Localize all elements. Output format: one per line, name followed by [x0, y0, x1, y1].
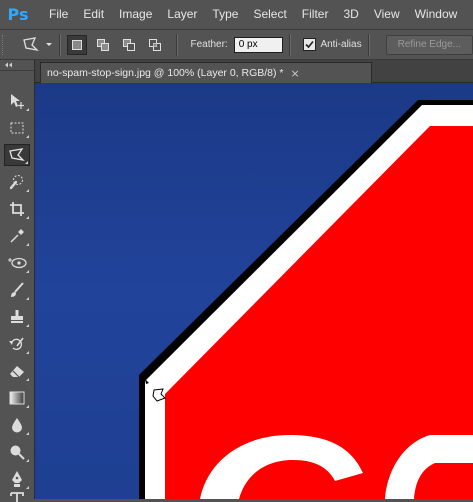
tools-panel	[0, 60, 35, 502]
menu-image[interactable]: Image	[112, 0, 160, 29]
divider	[289, 33, 292, 56]
history-brush-icon	[9, 337, 24, 350]
polygonal-lasso-icon	[9, 148, 25, 162]
gradient-icon	[9, 391, 25, 405]
menu-edit[interactable]: Edit	[76, 0, 112, 29]
intersect-selection-icon	[148, 38, 161, 51]
clone-stamp-icon	[11, 310, 23, 323]
checkmark-icon	[305, 40, 315, 49]
close-icon[interactable]: ×	[291, 67, 300, 80]
dodge-icon	[10, 445, 25, 460]
tool-flyout-indicator	[26, 459, 29, 462]
refine-edge-button[interactable]: Refine Edge...	[385, 34, 473, 55]
tool-preset-picker[interactable]	[21, 34, 53, 56]
healing-brush-tool-button[interactable]	[4, 252, 30, 274]
move-tool-button[interactable]	[4, 90, 30, 112]
brush-tool-button[interactable]	[4, 279, 30, 301]
crop-icon	[10, 202, 24, 216]
tool-flyout-indicator	[26, 405, 29, 408]
tool-flyout-indicator	[26, 486, 29, 489]
move-icon	[11, 94, 24, 109]
tool-flyout-indicator	[26, 189, 29, 192]
rectangular-marquee-icon	[10, 122, 24, 134]
options-bar: Feather: 0 px Anti-alias Refine Edge...	[0, 29, 473, 60]
marquee-tool-button[interactable]	[4, 117, 30, 139]
subtract-from-selection-icon	[122, 38, 135, 51]
menu-type[interactable]: Type	[205, 0, 246, 29]
add-to-selection-icon	[96, 38, 109, 51]
subtract-from-selection-button[interactable]	[119, 35, 139, 55]
document-canvas[interactable]	[35, 83, 473, 499]
blur-tool-button[interactable]	[4, 414, 30, 436]
tool-flyout-indicator	[26, 270, 29, 273]
menu-layer[interactable]: Layer	[160, 0, 205, 29]
eraser-tool-button[interactable]	[4, 360, 30, 382]
brush-icon	[11, 282, 24, 297]
tool-flyout-indicator	[26, 378, 29, 381]
document-tab[interactable]: no-spam-stop-sign.jpg @ 100% (Layer 0, R…	[40, 62, 372, 83]
polygonal-lasso-icon	[23, 36, 39, 51]
tool-flyout-indicator	[26, 243, 29, 246]
pen-tool-button[interactable]	[4, 468, 30, 490]
new-selection-icon	[71, 39, 82, 50]
tool-flyout-indicator	[26, 324, 29, 327]
gradient-tool-button[interactable]	[4, 387, 30, 409]
tool-flyout-indicator	[26, 135, 29, 138]
clone-stamp-tool-button[interactable]	[4, 306, 30, 328]
pen-icon	[12, 471, 22, 487]
type-icon	[10, 492, 24, 502]
menu-window[interactable]: Window	[408, 0, 466, 29]
tools-panel-header[interactable]	[0, 60, 34, 71]
photoshop-logo: Ps	[7, 4, 29, 24]
quick-selection-tool-button[interactable]	[4, 171, 30, 193]
collapse-double-arrow-icon	[5, 62, 12, 68]
tool-flyout-indicator	[26, 216, 29, 219]
quick-selection-icon	[9, 175, 23, 190]
menu-select[interactable]: Select	[246, 0, 294, 29]
stop-sign-image	[35, 83, 473, 499]
tool-flyout-indicator	[26, 351, 29, 354]
menu-file[interactable]: File	[42, 0, 76, 29]
blur-drop-icon	[12, 418, 22, 433]
type-tool-button[interactable]	[4, 492, 30, 502]
feather-input[interactable]: 0 px	[233, 36, 284, 53]
tool-flyout-indicator	[26, 108, 29, 111]
options-bar-grip[interactable]	[2, 34, 7, 55]
tool-flyout-indicator	[26, 432, 29, 435]
spot-healing-brush-icon	[8, 257, 27, 269]
eyedropper-icon	[10, 229, 24, 243]
menu-view[interactable]: View	[367, 0, 408, 29]
document-tab-title: no-spam-stop-sign.jpg @ 100% (Layer 0, R…	[47, 67, 284, 79]
chevron-down-icon	[45, 42, 52, 46]
menu-bar: Ps File Edit Image Layer Type Select Fil…	[0, 0, 473, 29]
divider	[367, 33, 370, 56]
feather-label: Feather:	[190, 39, 228, 50]
menu-3d[interactable]: 3D	[336, 0, 366, 29]
document-tab-bar: no-spam-stop-sign.jpg @ 100% (Layer 0, R…	[35, 60, 473, 83]
divider	[58, 33, 61, 56]
intersect-selection-button[interactable]	[145, 35, 165, 55]
antialias-checkbox[interactable]	[303, 38, 317, 51]
divider	[176, 33, 179, 56]
eyedropper-tool-button[interactable]	[4, 225, 30, 247]
history-brush-tool-button[interactable]	[4, 333, 30, 355]
lasso-tool-button[interactable]	[4, 144, 30, 166]
antialias-label: Anti-alias	[320, 39, 362, 50]
dodge-tool-button[interactable]	[4, 441, 30, 463]
tool-flyout-indicator	[25, 161, 28, 164]
tool-flyout-indicator	[26, 297, 29, 300]
crop-tool-button[interactable]	[4, 198, 30, 220]
menu-filter[interactable]: Filter	[295, 0, 337, 29]
eraser-icon	[10, 366, 24, 378]
add-to-selection-button[interactable]	[93, 35, 113, 55]
new-selection-button[interactable]	[66, 34, 87, 55]
